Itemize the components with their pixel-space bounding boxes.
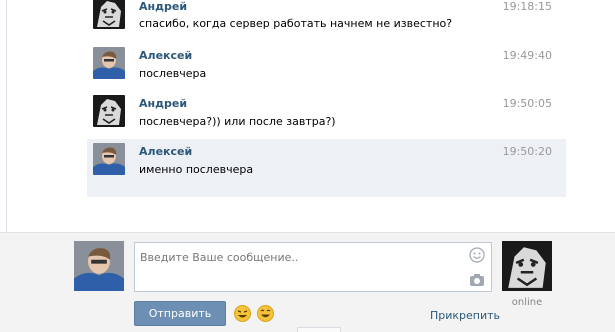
message-author[interactable]: Андрей <box>139 0 187 13</box>
message-text: послевчера?)) или после завтра?) <box>139 115 336 128</box>
attach-link[interactable]: Прикрепить <box>430 309 500 322</box>
tiger-avatar-icon <box>502 241 552 291</box>
chat-history: Андрей спасибо, когда сервер работать на… <box>0 0 615 232</box>
emoji-laugh-icon[interactable] <box>257 305 274 322</box>
avatar-aleksey[interactable] <box>93 143 125 175</box>
person-avatar-icon <box>93 143 125 175</box>
message-composer: Введите Ваше сообщение.. Отправить Прикр… <box>0 232 615 332</box>
smile-icon[interactable] <box>469 247 485 263</box>
person-avatar-icon <box>93 47 125 79</box>
message-author[interactable]: Алексей <box>139 49 192 62</box>
message-author[interactable]: Алексей <box>139 145 192 158</box>
tiger-avatar-icon <box>93 95 125 127</box>
chat-divider <box>6 0 7 232</box>
message-time: 19:50:20 <box>502 145 552 158</box>
avatar-andrey[interactable] <box>93 0 125 29</box>
scroll-handle[interactable] <box>297 327 341 332</box>
message-item[interactable]: Андрей послевчера?)) или после завтра?) … <box>87 91 566 136</box>
message-text: спасибо, когда сервер работать начнем не… <box>139 17 453 30</box>
partner-online-status: online <box>511 297 543 308</box>
my-avatar[interactable] <box>74 241 124 291</box>
camera-icon[interactable] <box>469 273 485 287</box>
emoji-grin-icon[interactable] <box>234 305 251 322</box>
tiger-avatar-icon <box>93 0 125 29</box>
message-text: послевчера <box>139 67 207 80</box>
message-item[interactable]: Алексей именно послевчера 19:50:20 <box>87 139 566 197</box>
message-time: 19:50:05 <box>502 97 552 110</box>
send-button[interactable]: Отправить <box>134 301 226 326</box>
message-text: именно послевчера <box>139 163 254 176</box>
message-item[interactable]: Алексей послевчера 19:49:40 <box>87 44 566 84</box>
avatar-aleksey[interactable] <box>93 47 125 79</box>
partner-avatar[interactable] <box>502 241 552 291</box>
message-input-placeholder: Введите Ваше сообщение.. <box>140 251 299 264</box>
person-avatar-icon <box>74 241 124 291</box>
message-author[interactable]: Андрей <box>139 97 187 110</box>
message-time: 19:49:40 <box>502 49 552 62</box>
avatar-andrey[interactable] <box>93 95 125 127</box>
message-time: 19:18:15 <box>502 0 552 13</box>
message-input[interactable]: Введите Ваше сообщение.. <box>134 242 492 292</box>
message-item[interactable]: Андрей спасибо, когда сервер работать на… <box>87 0 566 37</box>
